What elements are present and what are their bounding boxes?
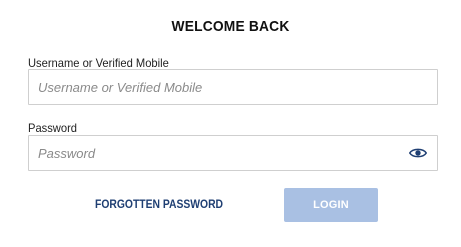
username-field-container — [28, 69, 438, 105]
login-button[interactable]: LOGIN — [284, 188, 378, 222]
password-field-container — [28, 135, 438, 171]
password-label: Password — [28, 121, 77, 135]
eye-icon[interactable] — [409, 146, 427, 160]
password-input[interactable] — [29, 136, 437, 170]
login-page: WELCOME BACK Username or Verified Mobile… — [0, 0, 461, 247]
username-label: Username or Verified Mobile — [28, 56, 169, 70]
username-input[interactable] — [29, 70, 437, 104]
page-title: WELCOME BACK — [171, 18, 290, 35]
forgotten-password-link[interactable]: FORGOTTEN PASSWORD — [95, 199, 223, 211]
